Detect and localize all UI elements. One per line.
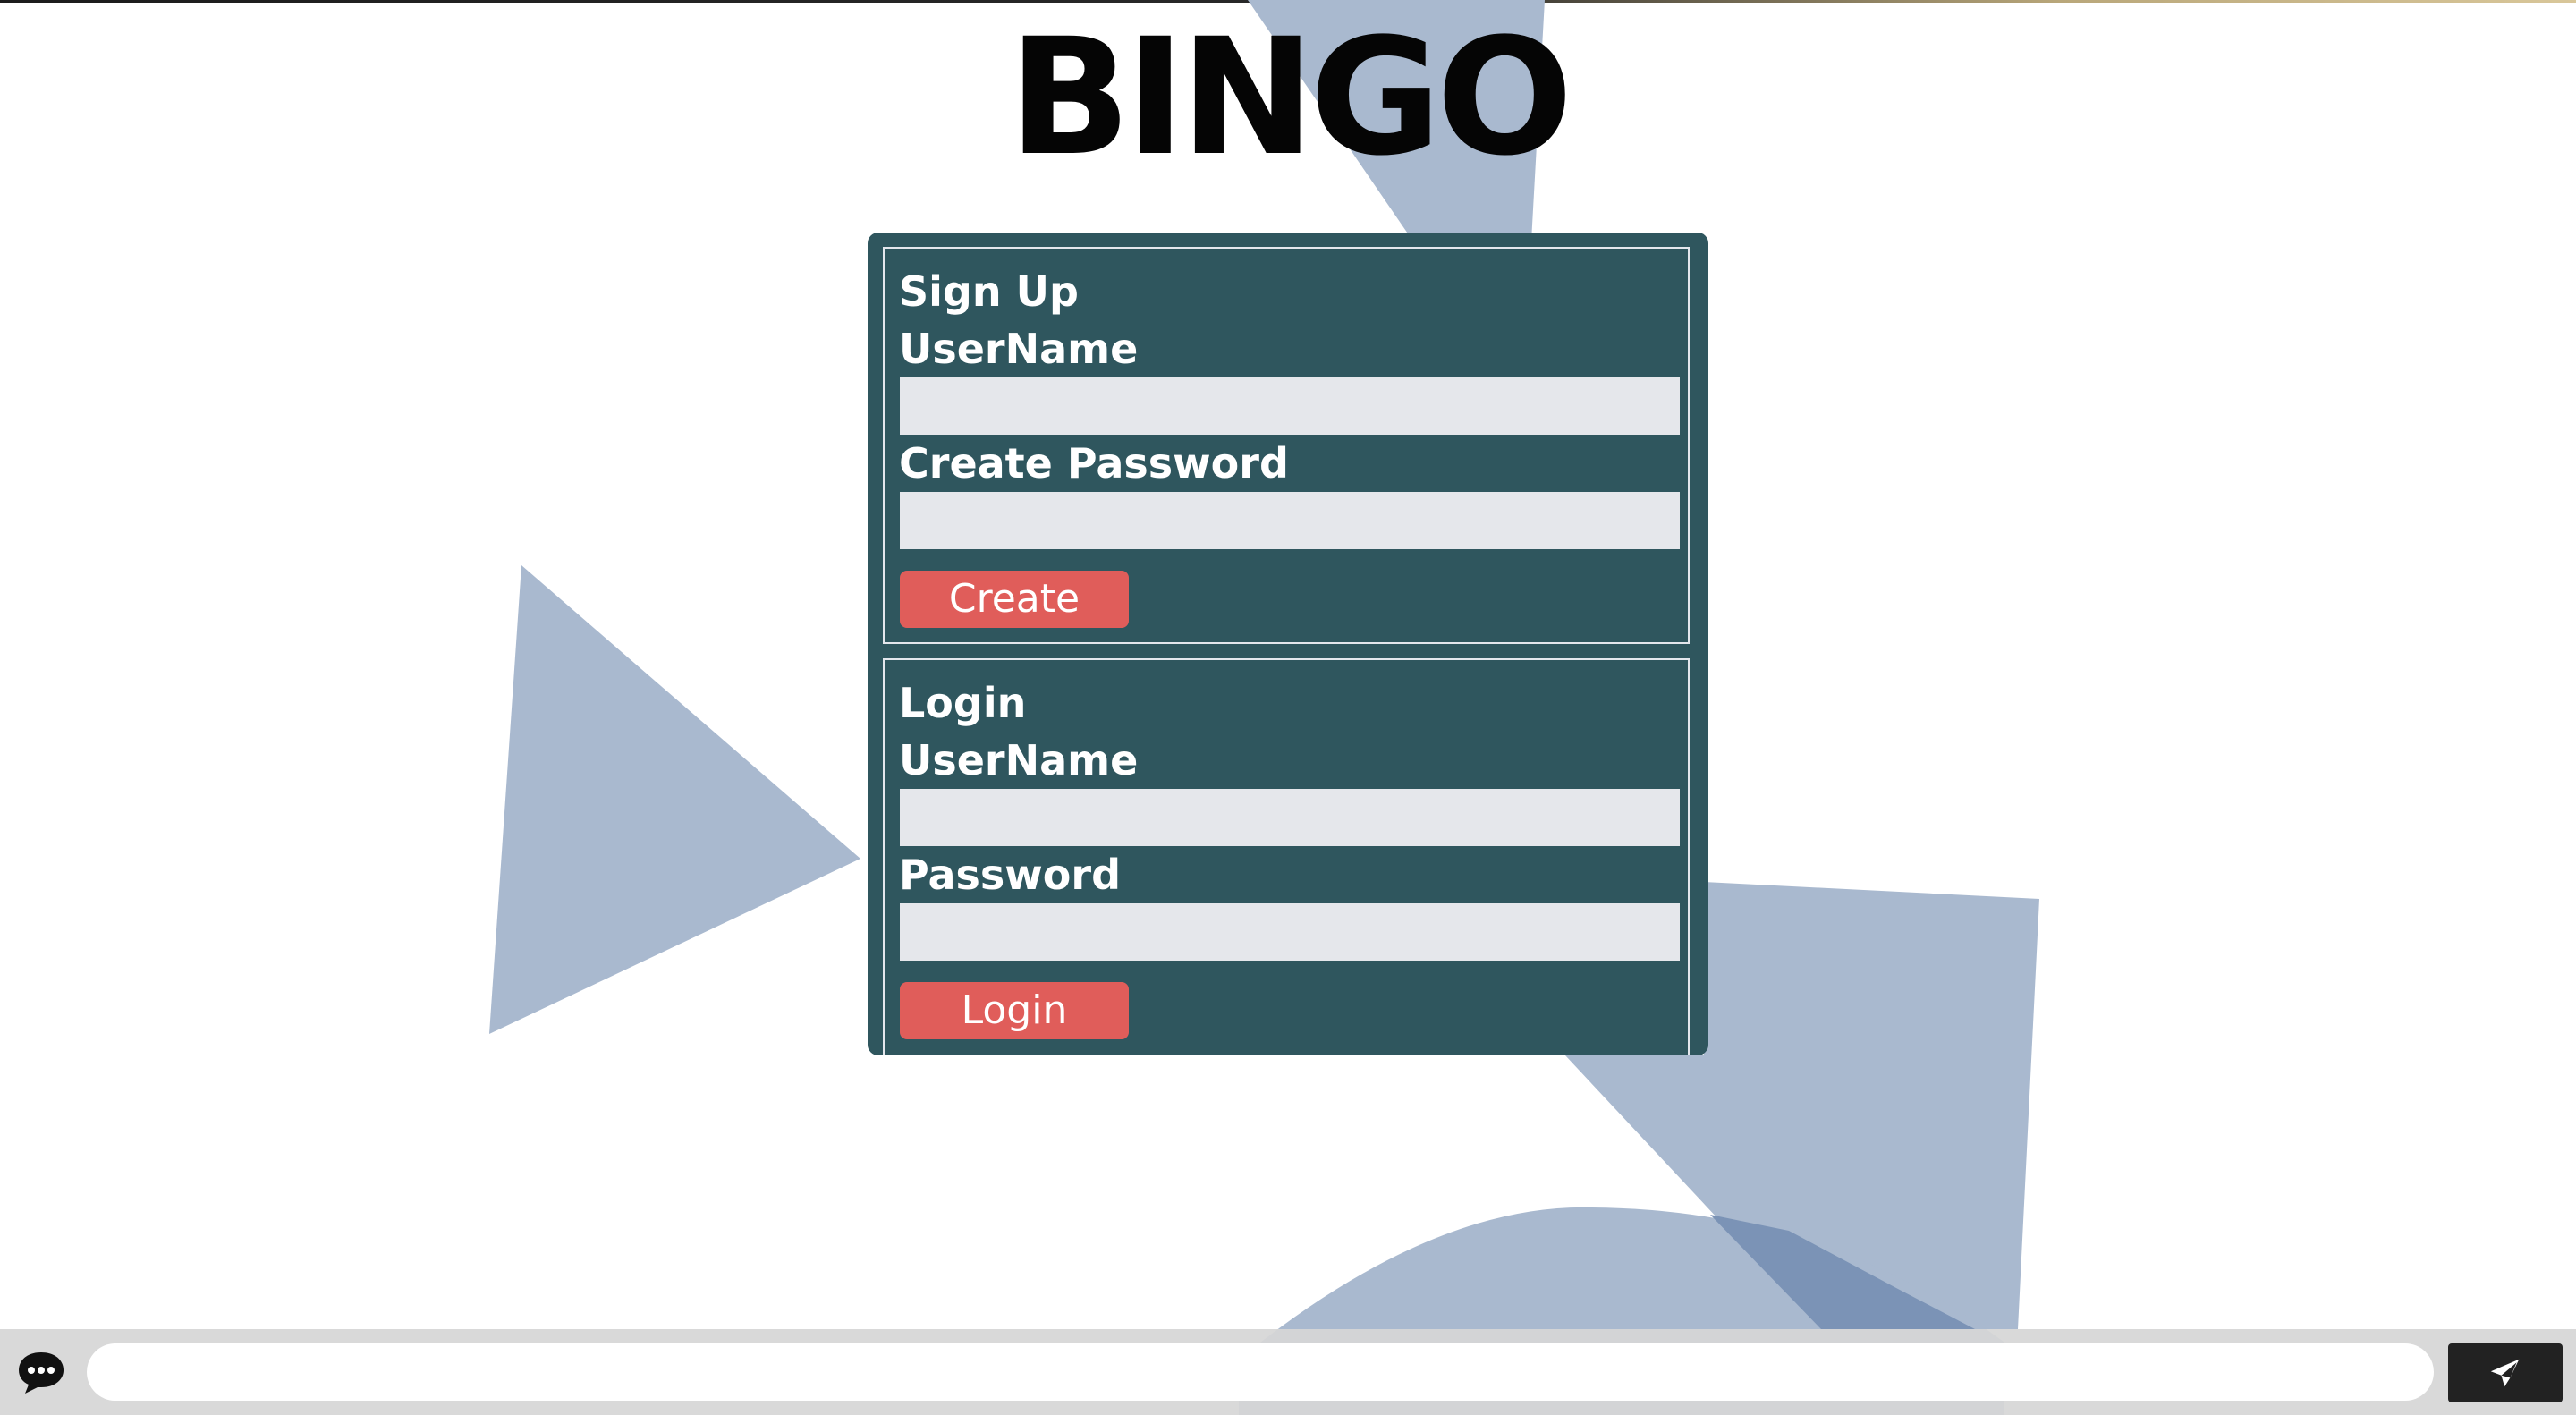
signup-username-input[interactable]	[900, 377, 1680, 435]
speech-bubble-icon[interactable]	[16, 1349, 66, 1397]
signup-heading: Sign Up	[899, 267, 1079, 316]
login-username-label: UserName	[899, 736, 1139, 784]
login-heading: Login	[899, 679, 1027, 727]
create-button[interactable]: Create	[900, 571, 1129, 628]
chat-bar	[0, 1329, 2576, 1415]
send-button[interactable]	[2448, 1343, 2563, 1402]
login-password-label: Password	[899, 851, 1121, 899]
auth-panel: Sign Up UserName Create Password Create …	[868, 233, 1708, 1055]
login-button[interactable]: Login	[900, 982, 1129, 1039]
background-triangle-left	[489, 565, 860, 1034]
signup-password-input[interactable]	[900, 492, 1680, 549]
paper-plane-icon	[2490, 1359, 2520, 1387]
page: BINGO Sign Up UserName Create Password C…	[0, 0, 2576, 1415]
signup-form: Sign Up UserName Create Password Create	[883, 247, 1690, 644]
chat-message-input[interactable]	[87, 1343, 2434, 1401]
page-title: BINGO	[1008, 4, 1573, 191]
login-form: Login UserName Password Login	[883, 658, 1690, 1055]
signup-password-label: Create Password	[899, 439, 1289, 487]
login-username-input[interactable]	[900, 789, 1680, 846]
signup-username-label: UserName	[899, 325, 1139, 373]
login-password-input[interactable]	[900, 903, 1680, 961]
